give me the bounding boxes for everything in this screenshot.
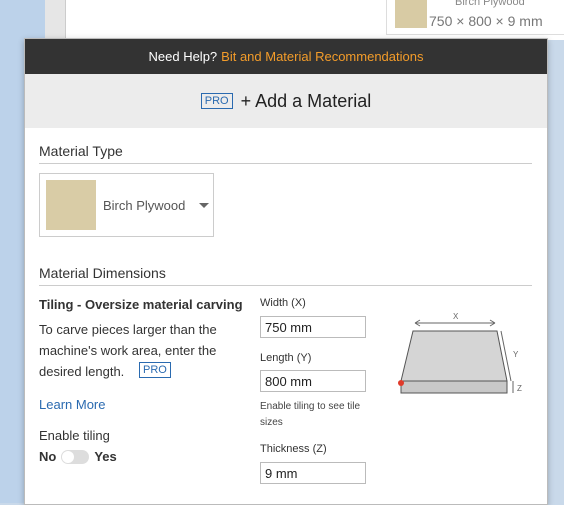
toggle-knob bbox=[62, 450, 75, 463]
material-top-face bbox=[400, 330, 508, 382]
learn-more-link[interactable]: Learn More bbox=[39, 397, 105, 412]
tiling-pro-badge: PRO bbox=[139, 362, 171, 378]
x-axis-label: X bbox=[453, 312, 459, 321]
width-label: Width (X) bbox=[260, 297, 306, 309]
tiling-toggle-row: No Yes bbox=[39, 449, 117, 464]
length-label: Length (Y) bbox=[260, 352, 312, 364]
dimensions-diagram: X Y Z bbox=[398, 312, 522, 394]
material-card-name: Birch Plywood bbox=[455, 0, 525, 8]
material-card-dims: 750 × 800 × 9 mm bbox=[429, 13, 543, 29]
dialog-header: PRO + Add a Material bbox=[25, 74, 547, 128]
width-input[interactable]: 750 mm bbox=[260, 316, 366, 338]
tiling-hint: Enable tiling to see tile sizes bbox=[260, 401, 361, 428]
enable-tiling-label: Enable tiling bbox=[39, 428, 110, 443]
material-type-value: Birch Plywood bbox=[103, 198, 186, 213]
material-dimensions-heading: Material Dimensions bbox=[39, 265, 532, 286]
help-bar: Need Help? Bit and Material Recommendati… bbox=[25, 39, 547, 74]
toggle-no-label: No bbox=[39, 449, 57, 464]
material-swatch bbox=[46, 180, 96, 230]
thickness-label: Thickness (Z) bbox=[260, 443, 327, 455]
material-card[interactable]: Birch Plywood 750 × 800 × 9 mm bbox=[386, 0, 564, 35]
tiling-title: Tiling - Oversize material carving bbox=[39, 297, 243, 312]
material-type-heading: Material Type bbox=[39, 143, 532, 164]
material-side-face bbox=[400, 380, 508, 394]
toggle-yes-label: Yes bbox=[94, 449, 117, 464]
add-material-dialog: Need Help? Bit and Material Recommendati… bbox=[24, 38, 548, 505]
enable-tiling-toggle[interactable] bbox=[61, 449, 90, 464]
y-axis-label: Y bbox=[513, 350, 519, 359]
material-thumbnail bbox=[395, 0, 427, 28]
origin-marker bbox=[398, 380, 404, 386]
chevron-down-icon bbox=[199, 203, 209, 208]
background-strip bbox=[45, 0, 65, 40]
pro-badge: PRO bbox=[200, 93, 233, 109]
z-axis-label: Z bbox=[517, 384, 522, 393]
thickness-input[interactable]: 9 mm bbox=[260, 462, 366, 484]
dialog-title: + Add a Material bbox=[240, 90, 372, 111]
help-link[interactable]: Bit and Material Recommendations bbox=[221, 49, 423, 64]
length-input[interactable]: 800 mm bbox=[260, 370, 366, 392]
material-type-select[interactable]: Birch Plywood bbox=[39, 173, 214, 237]
help-prefix: Need Help? bbox=[148, 49, 218, 64]
